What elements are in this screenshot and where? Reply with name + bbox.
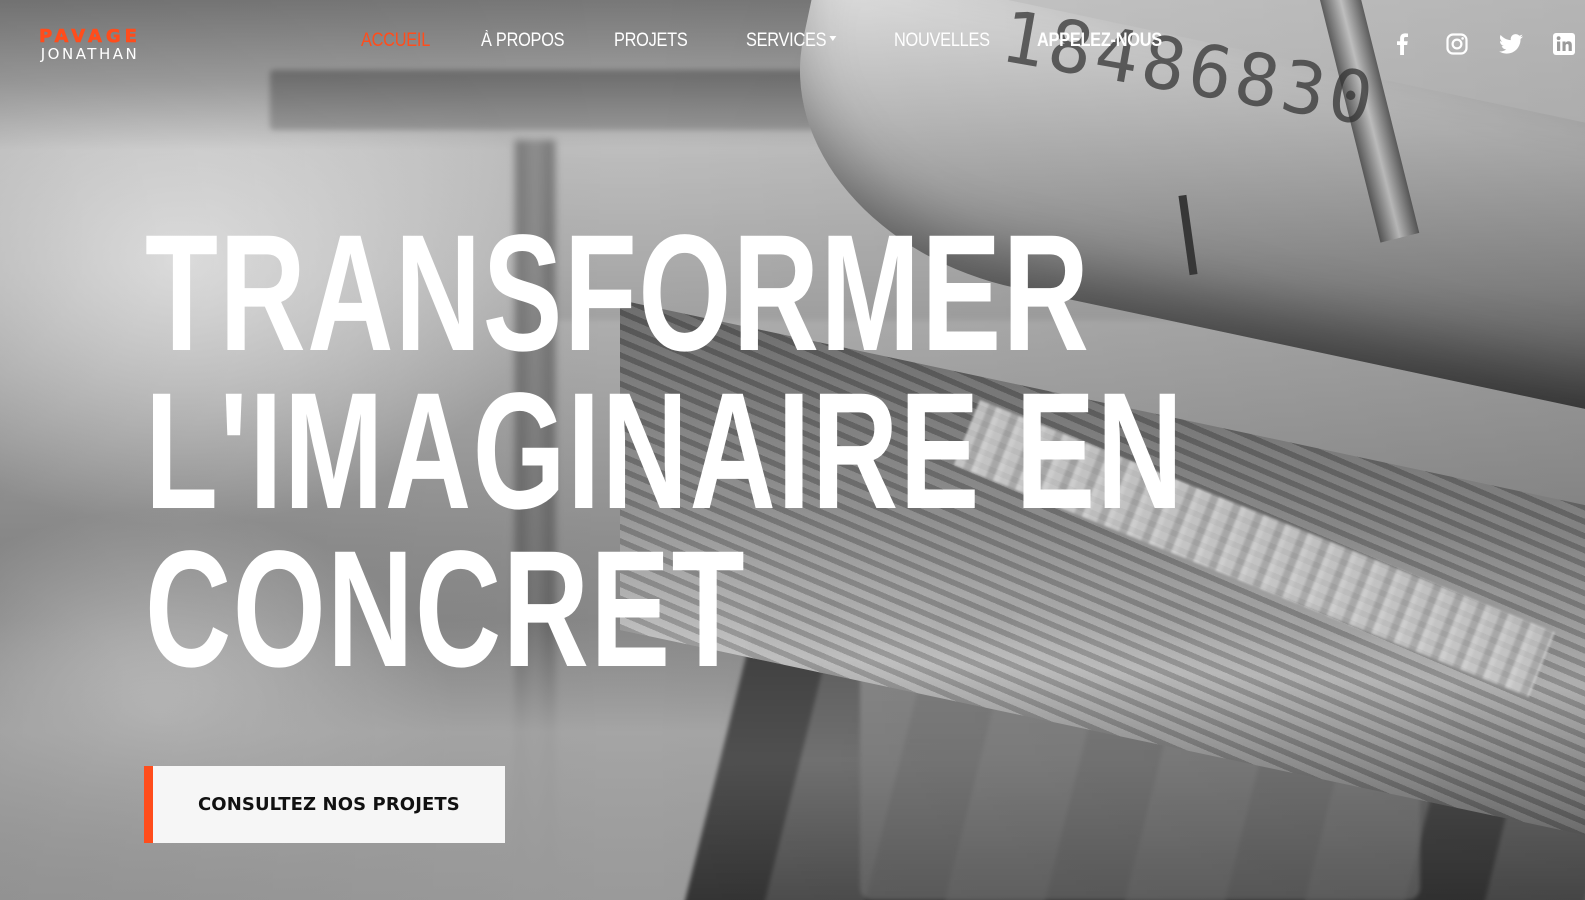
nav-item-a-propos[interactable]: À PROPOS (481, 30, 565, 52)
page: 18486830 PAVAGE JONATHAN ACCUEIL À PROPO… (0, 0, 1585, 900)
chevron-down-icon (829, 36, 837, 41)
view-projects-button[interactable]: CONSULTEZ NOS PROJETS (144, 766, 505, 843)
hero-headline-line-2: L'IMAGINAIRE EN (145, 359, 1185, 544)
facebook-icon[interactable] (1388, 30, 1416, 58)
nav-item-accueil[interactable]: ACCUEIL (361, 30, 430, 52)
instagram-icon[interactable] (1443, 30, 1471, 58)
nav-item-projets[interactable]: PROJETS (614, 30, 688, 52)
logo-wordmark-top: PAVAGE (39, 26, 141, 47)
hero-headline-line-3: CONCRET (145, 517, 747, 702)
nav-item-appelez-nous[interactable]: APPELEZ-NOUS (1037, 30, 1162, 52)
site-header: PAVAGE JONATHAN ACCUEIL À PROPOS PROJETS… (0, 0, 1585, 90)
logo-wordmark-bottom: JONATHAN (40, 45, 140, 63)
hero-headline-line-1: TRANSFORMER (145, 201, 1091, 386)
twitter-icon[interactable] (1497, 30, 1525, 58)
nav-item-nouvelles[interactable]: NOUVELLES (894, 30, 990, 52)
nav-item-services-label: SERVICES (746, 30, 827, 51)
linkedin-icon[interactable] (1550, 30, 1578, 58)
nav-item-services[interactable]: SERVICES (746, 30, 837, 52)
site-logo[interactable]: PAVAGE JONATHAN (10, 26, 170, 63)
hero-headline: TRANSFORMER L'IMAGINAIRE EN CONCRET (145, 201, 1185, 702)
